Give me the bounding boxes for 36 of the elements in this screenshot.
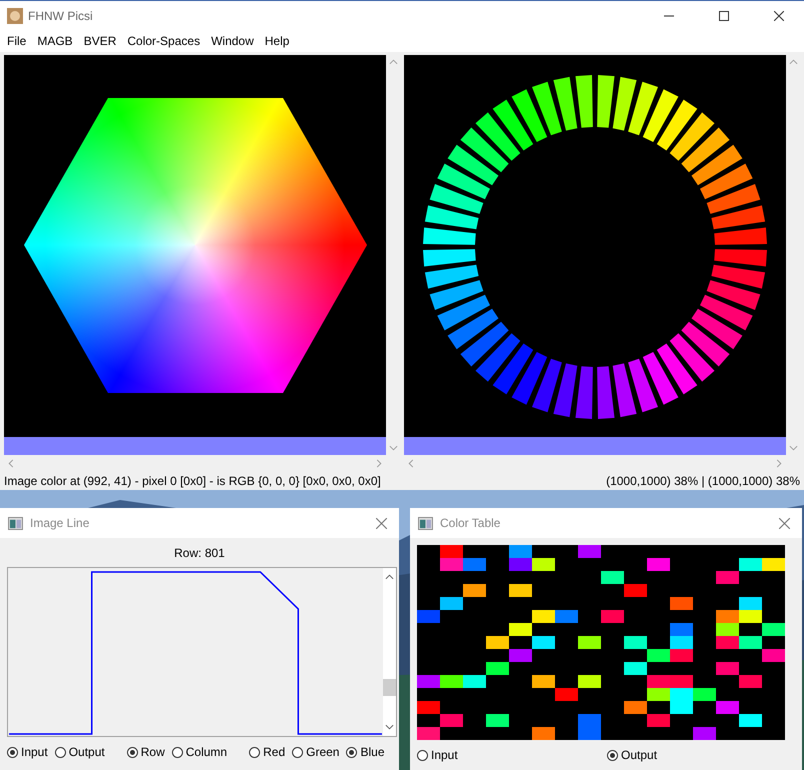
window-icon	[418, 516, 433, 530]
radio-label[interactable]: Input	[431, 748, 458, 762]
radio-label[interactable]: Output	[68, 745, 105, 759]
scroll-thumb[interactable]	[383, 679, 396, 696]
zoom-status: (1000,1000) 38% | (1000,1000) 38%	[606, 474, 800, 488]
maximize-icon[interactable]	[719, 10, 729, 20]
close-icon[interactable]	[774, 10, 784, 20]
menu-item[interactable]: Help	[260, 34, 296, 48]
radio-button[interactable]	[346, 746, 358, 758]
menu-item[interactable]: BVER	[78, 34, 122, 48]
radio-label[interactable]: Column	[186, 745, 228, 759]
radio-button[interactable]	[292, 746, 304, 758]
radio-label[interactable]: Green	[306, 745, 340, 759]
radio-button[interactable]	[172, 746, 183, 758]
radio-button[interactable]	[126, 746, 138, 758]
app-icon	[7, 8, 23, 24]
radio-label[interactable]: Row	[140, 745, 165, 759]
radio-label[interactable]: Input	[21, 745, 48, 759]
window-title: Color Table	[440, 516, 500, 530]
menu-item[interactable]: Window	[206, 34, 260, 48]
radio-button[interactable]	[249, 746, 260, 758]
radio-label[interactable]: Output	[621, 748, 658, 762]
window-title: Image Line	[30, 516, 90, 530]
menu-item[interactable]: Color-Spaces	[122, 34, 206, 48]
status-text: Image color at (992, 41) - pixel 0 [0x0] - is RGB {0, 0, 0} [0x0, 0x0, 0x0]	[4, 474, 381, 488]
row-label: Row: 801	[173, 545, 226, 559]
radio-label[interactable]: Red	[263, 745, 286, 759]
window-title: FHNW Picsi	[28, 8, 93, 22]
radio-label[interactable]: Blue	[360, 745, 385, 759]
radio-button[interactable]	[417, 750, 428, 760]
radio-button[interactable]	[607, 750, 618, 760]
radio-button[interactable]	[7, 746, 18, 758]
radio-button[interactable]	[54, 746, 66, 758]
window-icon	[8, 516, 23, 530]
menu-item[interactable]: File	[2, 34, 32, 48]
menu-item[interactable]: MAGB	[32, 34, 79, 48]
